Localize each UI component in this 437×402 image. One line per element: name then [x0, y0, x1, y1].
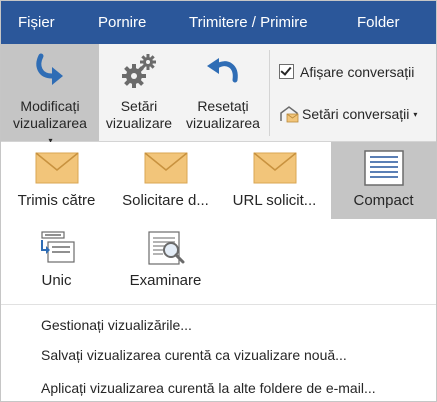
envelope-icon — [253, 152, 296, 184]
view-sent-to-label: Trimis către — [17, 192, 96, 209]
tab-home[interactable]: Pornire — [98, 1, 146, 44]
apply-current-view-item[interactable]: Aplicați vizualizarea curentă la alte fo… — [41, 377, 376, 399]
view-settings-button[interactable]: Setări vizualizare — [99, 44, 179, 141]
view-request-label: Solicitare d... — [122, 192, 209, 209]
change-view-label-line2: vizualizarea — [13, 115, 87, 131]
envelope-icon — [144, 152, 187, 184]
compact-view-icon — [363, 150, 404, 186]
change-view-button[interactable]: Modificați vizualizarea ▾ — [1, 44, 99, 145]
view-settings-label-line2: vizualizare — [105, 115, 173, 131]
tab-send-receive[interactable]: Trimitere / Primire — [189, 1, 308, 44]
show-conversations-toggle[interactable]: Afișare conversații — [279, 60, 414, 84]
gears-icon — [122, 54, 156, 88]
change-view-dropdown-window: Fișier Pornire Trimitere / Primire Folde… — [0, 0, 437, 402]
view-preview[interactable]: Examinare — [113, 222, 218, 299]
view-single[interactable]: Unic — [4, 222, 109, 299]
single-view-icon — [40, 231, 75, 263]
undo-arrow-icon — [207, 58, 238, 83]
preview-magnifier-icon — [147, 231, 184, 265]
view-settings-label-line1: Setări — [120, 98, 158, 114]
envelope-icon — [35, 152, 78, 184]
change-view-arrow-icon — [36, 53, 63, 85]
view-gallery: Trimis către Solicitare d... URL solicit… — [1, 142, 436, 304]
save-current-view-item[interactable]: Salvați vizualizarea curentă ca vizualiz… — [41, 344, 347, 366]
show-conversations-label: Afișare conversații — [300, 64, 415, 80]
ribbon-tab-bar: Fișier Pornire Trimitere / Primire Folde… — [1, 1, 436, 44]
reset-view-label-line2: vizualizarea — [186, 115, 260, 131]
view-single-label: Unic — [41, 272, 72, 289]
ribbon: Modificați vizualizarea ▾ Setări vizuali… — [1, 44, 436, 145]
view-commands-menu: Gestionați vizualizările... Salvați vizu… — [1, 304, 436, 401]
conversation-settings-label: Setări conversații — [302, 106, 410, 122]
change-view-label-line1: Modificați — [20, 98, 80, 114]
reset-view-label-line1: Resetați — [197, 98, 249, 114]
view-sent-to[interactable]: Trimis către — [4, 142, 109, 219]
checkbox-icon[interactable] — [279, 64, 294, 79]
chevron-down-icon: ▾ — [413, 110, 418, 119]
view-request[interactable]: Solicitare d... — [113, 142, 218, 219]
tab-folder[interactable]: Folder — [357, 1, 400, 44]
view-compact[interactable]: Compact — [331, 142, 436, 219]
view-compact-label: Compact — [353, 192, 414, 209]
conversation-settings-button[interactable]: Setări conversații ▾ — [279, 102, 417, 126]
reset-view-button[interactable]: Resetați vizualizarea — [181, 44, 265, 141]
manage-views-item[interactable]: Gestionați vizualizările... — [41, 314, 192, 336]
ribbon-separator — [269, 50, 270, 136]
view-url-request-label: URL solicit... — [232, 192, 317, 209]
conversation-settings-icon — [280, 106, 299, 123]
tab-file[interactable]: Fișier — [18, 1, 55, 44]
view-url-request[interactable]: URL solicit... — [222, 142, 327, 219]
view-preview-label: Examinare — [129, 272, 202, 289]
